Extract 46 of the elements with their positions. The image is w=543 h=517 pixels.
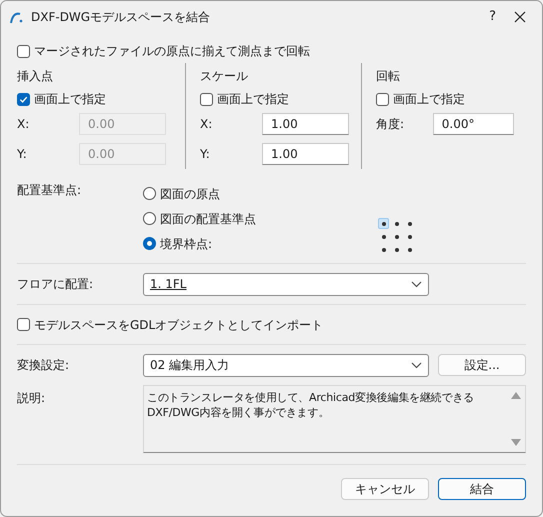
field-label: X:	[17, 116, 30, 133]
caret-icon	[411, 280, 422, 288]
description-text: このトランスレータを使用して、Archicad変換後編集を継続できる DXF/DWG内容を開く事ができます。	[146, 390, 475, 421]
dialog-button[interactable]: キャンセル	[341, 478, 429, 500]
radio-button[interactable]	[143, 212, 156, 225]
radio-label[interactable]: 図面の原点	[160, 184, 220, 202]
dialog-button[interactable]: 結合	[438, 478, 526, 500]
radio-button[interactable]	[143, 237, 156, 250]
checkbox[interactable]	[376, 92, 389, 106]
checkbox[interactable]	[17, 92, 30, 106]
field-label: X:	[200, 116, 214, 133]
checkbox-label[interactable]: 画面上で指定	[217, 90, 289, 108]
input-field: 0.00	[79, 143, 166, 165]
checkbox[interactable]	[17, 318, 30, 331]
help-button[interactable]: ?	[489, 7, 496, 27]
input-field[interactable]: 0.00°	[432, 113, 514, 135]
anchor-point[interactable]	[378, 218, 389, 229]
window-title: DXF-DWGモデルスペースを結合	[31, 9, 212, 26]
field-label: 変換設定:	[17, 358, 70, 372]
group-title: スケール	[200, 68, 248, 85]
checkbox-label[interactable]: 画面上で指定	[393, 90, 465, 108]
field-label: 説明:	[17, 391, 46, 405]
field-label: Y:	[200, 146, 211, 163]
checkbox[interactable]	[17, 44, 30, 58]
app-icon	[9, 10, 23, 24]
field-label: 配置基準点:	[17, 183, 82, 197]
group-title: 挿入点	[17, 68, 53, 85]
radio-button[interactable]	[143, 187, 156, 200]
field-label: Y:	[17, 146, 28, 163]
radio-label[interactable]: 境界枠点:	[160, 234, 212, 252]
checkbox-label[interactable]: モデルスペースをGDLオブジェクトとしてインポート	[34, 316, 324, 334]
close-icon[interactable]	[514, 11, 526, 23]
input-field[interactable]: 1.00	[262, 143, 349, 165]
input-field: 0.00	[79, 113, 166, 135]
translator-dropdown[interactable]: 02 編集用入力	[143, 354, 429, 376]
input-field[interactable]: 1.00	[262, 113, 349, 135]
settings-button[interactable]: 設定...	[438, 354, 526, 376]
field-label: フロアに配置:	[17, 277, 94, 291]
group-title: 回転	[376, 68, 400, 85]
checkbox-label[interactable]: 画面上で指定	[34, 90, 106, 108]
caret-icon	[411, 362, 422, 368]
floor-dropdown[interactable]: 1. 1FL	[143, 272, 429, 296]
radio-label[interactable]: 図面の配置基準点	[160, 210, 256, 228]
checkbox[interactable]	[200, 92, 213, 106]
checkbox-label[interactable]: マージされたファイルの原点に揃えて測点まで回転	[34, 42, 310, 60]
field-label: 角度:	[376, 116, 406, 133]
